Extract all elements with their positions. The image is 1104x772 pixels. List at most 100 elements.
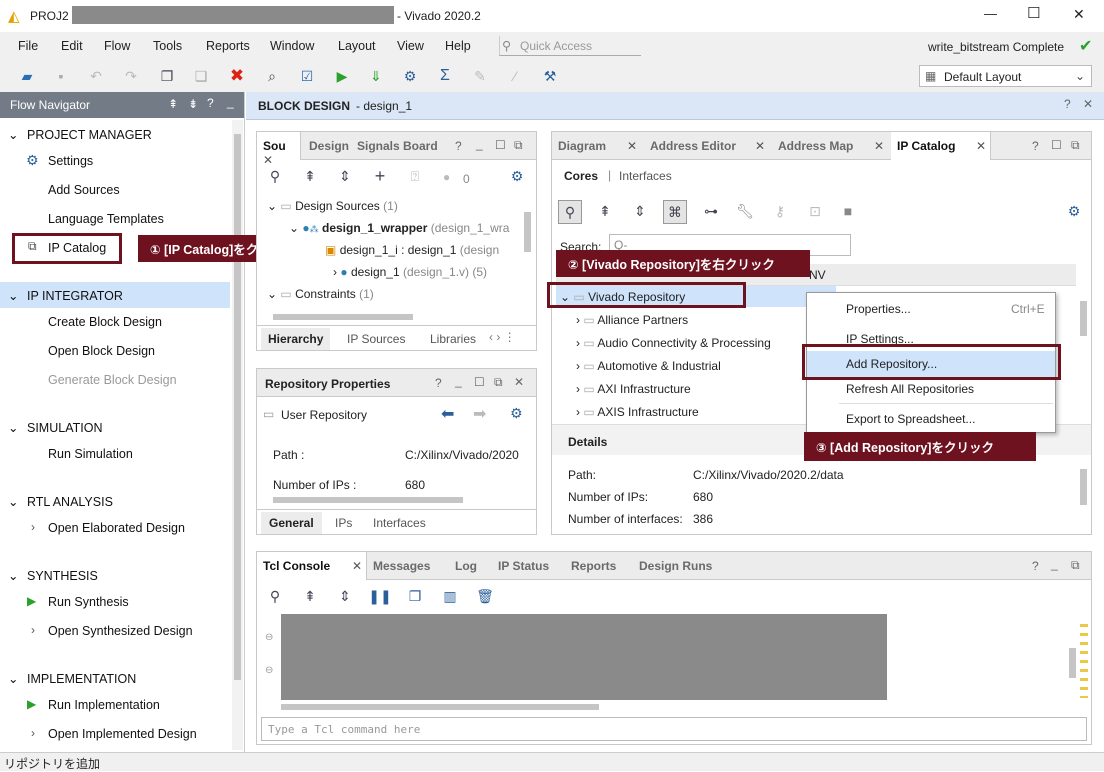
chevron-right-icon[interactable]: › [31,726,35,740]
wand-disabled-icon[interactable]: ⁄ [505,66,525,86]
fn-language-templates[interactable]: Language Templates [48,212,164,226]
chevron-synth-icon[interactable]: ⌄ [8,568,18,583]
tab-general[interactable]: General [261,512,322,534]
help-icon[interactable]: ? [1032,139,1039,153]
h-scrollbar[interactable] [263,495,523,505]
maximize-button[interactable]: ☐ [1027,4,1040,22]
table-icon[interactable]: ▥ [440,586,460,606]
question-doc-icon[interactable]: ⍰ [405,166,425,186]
subtab-interfaces[interactable]: Interfaces [619,169,672,183]
menu-help[interactable]: Help [445,39,471,53]
float-icon[interactable]: ⧉ [494,375,503,390]
tree-design-sources[interactable]: ⌄ ▭ Design Sources (1) [267,199,398,213]
h-scrollbar[interactable] [263,312,523,322]
download-icon[interactable]: ⇓ [366,66,386,86]
menu-edit[interactable]: Edit [61,39,83,53]
tree-design1[interactable]: › ● design_1 (design_1.v) (5) [333,265,487,279]
tree-constraints[interactable]: ⌄ ▭ Constraints (1) [267,287,374,301]
tree-wrapper[interactable]: ⌄ ●⁂ design_1_wrapper (design_1_wra [289,221,509,235]
chevron-right-icon[interactable]: › [31,520,35,534]
tab-log[interactable]: Log [449,552,483,580]
run-icon[interactable]: ▶ [332,66,352,86]
expand-all-icon[interactable]: ⇟ [188,97,198,111]
add-icon[interactable]: + [370,166,390,186]
fn-settings[interactable]: Settings [48,154,93,168]
tree-axis-infrastructure[interactable]: › ▭ AXIS Infrastructure [576,405,699,417]
chevron-impl-icon[interactable]: ⌄ [8,671,18,686]
filter-icon[interactable]: ⌘ [663,200,687,224]
console-v-scrollbar[interactable] [1067,614,1078,700]
tool-disabled-icon[interactable]: ✎ [470,66,490,86]
tab-ips[interactable]: IPs [335,516,352,530]
tab-address-editor[interactable]: Address Editor ✕ [644,132,770,160]
search-icon[interactable]: ⚲ [558,200,582,224]
help-icon[interactable]: ? [435,376,442,390]
back-arrow-icon[interactable]: ⬅ [441,404,454,424]
tab-address-map[interactable]: Address Map ✕ [772,132,889,160]
gear-icon[interactable]: ⚙ [507,166,527,186]
section-rtl-analysis[interactable]: RTL ANALYSIS [27,495,113,509]
tab-tcl-console[interactable]: Tcl Console ✕ [257,552,367,580]
sigma-icon[interactable]: Σ [435,66,455,86]
tab-design[interactable]: Design [303,132,355,160]
forward-arrow-icon[interactable]: ➡ [473,404,486,424]
ctx-properties[interactable]: Properties... [846,302,911,316]
section-ip-integrator[interactable]: IP INTEGRATOR [27,289,123,303]
close-button[interactable]: ✕ [1073,6,1085,23]
section-synthesis[interactable]: SYNTHESIS [27,569,98,583]
open-project-icon[interactable]: ▰ [17,66,37,86]
minimize-icon[interactable]: _ [455,374,462,388]
tab-ip-sources[interactable]: IP Sources [347,332,405,346]
section-implementation[interactable]: IMPLEMENTATION [27,672,136,686]
tab-libraries[interactable]: Libraries [430,332,476,346]
fn-create-block-design[interactable]: Create Block Design [48,315,162,329]
menu-layout[interactable]: Layout [338,39,376,53]
delete-icon[interactable]: ✖ [227,66,247,86]
float-icon[interactable]: ⧉ [1071,138,1080,153]
wrench-disabled-icon[interactable]: ⚷ [770,201,790,221]
tree-alliance-partners[interactable]: › ▭ Alliance Partners [576,313,688,327]
undo-icon[interactable]: ↶ [86,66,106,86]
expand-all-icon[interactable]: ⇕ [335,586,355,606]
tab-reports[interactable]: Reports [565,552,622,580]
menu-flow[interactable]: Flow [104,39,130,53]
help-icon[interactable]: ? [1064,97,1071,111]
fn-add-sources[interactable]: Add Sources [48,183,120,197]
paste-icon[interactable]: ❏ [191,66,211,86]
fn-ip-catalog[interactable]: IP Catalog [48,241,106,255]
console-h-scrollbar[interactable] [269,702,1065,712]
tab-design-runs[interactable]: Design Runs [633,552,718,580]
float-icon[interactable]: ⧉ [514,138,523,153]
maximize-icon[interactable]: ☐ [1051,138,1062,152]
tree-axi-infrastructure[interactable]: › ▭ AXI Infrastructure [576,382,691,396]
redo-icon[interactable]: ↷ [121,66,141,86]
search-icon[interactable]: ⚲ [265,166,285,186]
chevron-right-icon[interactable]: › [31,623,35,637]
section-simulation[interactable]: SIMULATION [27,421,102,435]
v-scrollbar[interactable] [1078,457,1089,533]
menu-reports[interactable]: Reports [206,39,250,53]
fn-open-implemented-design[interactable]: Open Implemented Design [48,727,197,741]
wrench-icon[interactable]: 🔧︎ [735,201,755,221]
maximize-icon[interactable]: ☐ [474,375,485,389]
quick-access-box[interactable]: ⚲ Quick Access [499,36,641,56]
tab-hierarchy[interactable]: Hierarchy [261,328,331,350]
flow-scrollbar[interactable] [232,120,243,750]
tab-messages[interactable]: Messages [367,552,436,580]
v-scrollbar[interactable] [1078,287,1089,417]
help-icon[interactable]: ? [207,96,214,110]
gear-icon[interactable]: ⚙ [510,405,523,422]
minimize-icon[interactable]: _ [476,137,483,151]
tab-overflow-icon[interactable]: ‹ › ⋮ [489,330,516,344]
fn-open-elaborated-design[interactable]: Open Elaborated Design [48,521,185,535]
check-box-icon[interactable]: ☑ [297,66,317,86]
maximize-icon[interactable]: ☐ [495,138,506,152]
fn-open-synthesized-design[interactable]: Open Synthesized Design [48,624,193,638]
trash-icon[interactable]: 🗑︎ [475,586,495,606]
settings-icon[interactable]: ⚙ [400,66,420,86]
copy-icon[interactable]: ❐ [405,586,425,606]
search-icon[interactable]: ⚲ [265,586,285,606]
menu-tools[interactable]: Tools [153,39,182,53]
subtab-cores[interactable]: Cores [564,169,598,183]
float-icon[interactable]: ⧉ [1071,558,1080,573]
